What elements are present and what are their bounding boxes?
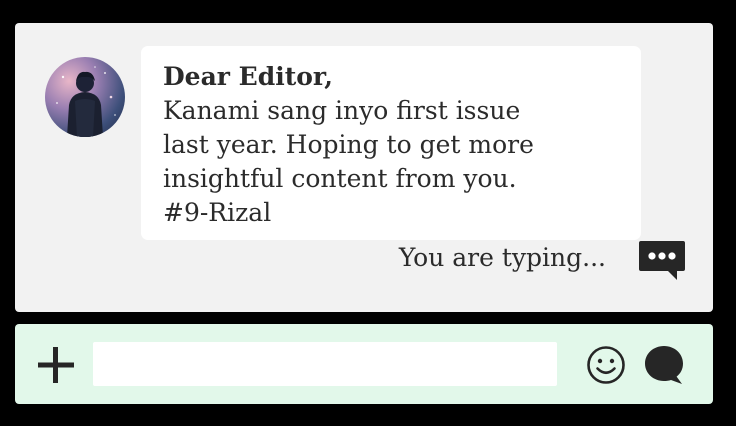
send-button[interactable] [642, 344, 686, 386]
plus-icon [38, 347, 74, 383]
chat-bubble-dots-icon [639, 241, 685, 280]
message-line: #9-Rizal [163, 198, 272, 227]
typing-status: You are typing... [398, 243, 606, 272]
emoji-button[interactable] [585, 344, 627, 386]
chat-panel: Dear Editor, Kanami sang inyo first issu… [15, 23, 713, 312]
message-line: insightful content from you. [163, 164, 517, 193]
add-button[interactable] [35, 344, 77, 386]
message-line: last year. Hoping to get more [163, 130, 534, 159]
composer-bar [15, 324, 713, 404]
speech-bubble-icon [645, 346, 683, 384]
message-line: Kanami sang inyo first issue [163, 96, 521, 125]
message-title: Dear Editor, [163, 62, 333, 91]
smiley-icon [587, 346, 625, 384]
avatar-image [56, 66, 116, 137]
message-input[interactable] [93, 342, 557, 386]
avatar[interactable] [45, 57, 125, 137]
message-bubble: Dear Editor, Kanami sang inyo first issu… [141, 46, 641, 240]
